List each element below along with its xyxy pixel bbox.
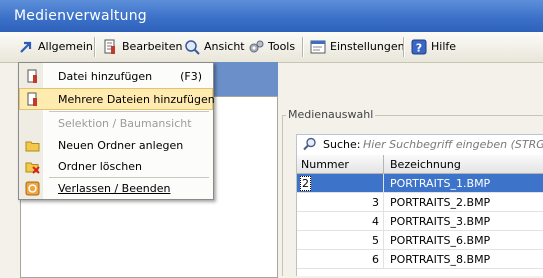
- title-bar: Medienverwaltung: [0, 0, 543, 32]
- cell-number-text: 2: [300, 176, 311, 191]
- table-row[interactable]: 6 PORTRAITS_8.BMP: [297, 250, 543, 269]
- cell-separator: [383, 174, 384, 192]
- edit-icon: [104, 39, 115, 54]
- add-file-icon: [27, 69, 37, 83]
- exit-icon: [25, 181, 40, 196]
- cell-separator: [383, 231, 384, 249]
- menu-item-label: Datei hinzufügen: [58, 70, 153, 83]
- menu-separator: [94, 37, 96, 57]
- menu-label: Ansicht: [204, 40, 245, 53]
- table-row[interactable]: 5 PORTRAITS_6.BMP: [297, 231, 543, 250]
- media-table[interactable]: Nummer Bezeichnung 2 PORTRAITS_1.BMP 3 P…: [296, 155, 543, 276]
- menu-item-label: Verlassen / Beenden: [58, 182, 171, 195]
- menu-bar: Allgemein Bearbeiten Ansicht Tools Einst…: [0, 32, 543, 63]
- svg-text:?: ?: [416, 42, 422, 55]
- menu-item-exit[interactable]: Verlassen / Beenden: [20, 178, 212, 199]
- menu-item-shortcut: (F3): [180, 70, 202, 83]
- add-files-icon: [27, 92, 37, 106]
- cell-separator: [383, 212, 384, 230]
- menu-separator: [49, 111, 209, 112]
- menu-label: Bearbeiten: [122, 40, 183, 53]
- groupbox-border: [282, 115, 283, 276]
- menu-label: Hilfe: [431, 40, 457, 53]
- help-icon: ?: [411, 39, 427, 55]
- menu-item-label: Neuen Ordner anlegen: [58, 139, 184, 152]
- settings-icon: [310, 40, 326, 54]
- delete-folder-icon: [25, 162, 40, 174]
- table-row[interactable]: 3 PORTRAITS_2.BMP: [297, 193, 543, 212]
- cell-number: 4: [372, 215, 379, 228]
- menu-separator: [302, 37, 304, 57]
- cell-name: PORTRAITS_8.BMP: [390, 253, 491, 266]
- menu-item-new-folder[interactable]: Neuen Ordner anlegen: [20, 135, 212, 156]
- column-header-number[interactable]: Nummer: [301, 158, 349, 171]
- menu-item-add-file[interactable]: Datei hinzufügen (F3): [20, 66, 212, 87]
- menu-item-selection-tree: Selektion / Baumansicht: [20, 113, 212, 134]
- menu-label: Allgemein: [38, 40, 93, 53]
- cell-number: 2: [300, 176, 382, 191]
- search-bar[interactable]: Suche: Hier Suchbegriff eingeben (STRG+S…: [296, 134, 543, 156]
- arrow-icon: [20, 41, 32, 53]
- menu-einstellungen[interactable]: Einstellungen: [310, 39, 405, 55]
- cell-separator: [383, 250, 384, 268]
- menu-allgemein[interactable]: Allgemein: [18, 39, 93, 55]
- table-row[interactable]: 2 PORTRAITS_1.BMP: [297, 174, 543, 193]
- menu-ansicht[interactable]: Ansicht: [184, 39, 245, 55]
- window-title: Medienverwaltung: [14, 8, 147, 24]
- cell-name: PORTRAITS_2.BMP: [390, 196, 491, 209]
- search-icon: [303, 137, 316, 151]
- search-label: Suche:: [323, 138, 361, 151]
- menu-hilfe[interactable]: ? Hilfe: [411, 39, 456, 55]
- cell-number: 6: [372, 253, 379, 266]
- view-icon: [185, 40, 200, 55]
- groupbox-title: Medienauswahl: [286, 108, 376, 121]
- column-header-name[interactable]: Bezeichnung: [390, 158, 461, 171]
- cell-separator: [383, 193, 384, 211]
- search-input[interactable]: Hier Suchbegriff eingeben (STRG+S),: [363, 138, 543, 151]
- tools-icon: [249, 40, 264, 53]
- menu-item-label: Mehrere Dateien hinzufügen: [58, 93, 215, 106]
- menu-item-label: Ordner löschen: [58, 160, 143, 173]
- menu-item-add-multiple-files[interactable]: Mehrere Dateien hinzufügen: [19, 88, 215, 110]
- cell-name: PORTRAITS_3.BMP: [390, 215, 491, 228]
- table-row[interactable]: 4 PORTRAITS_3.BMP: [297, 212, 543, 231]
- folder-icon: [25, 141, 40, 152]
- menu-label: Tools: [268, 40, 296, 53]
- cell-name: PORTRAITS_1.BMP: [390, 177, 491, 190]
- table-header: Nummer Bezeichnung: [297, 155, 543, 174]
- column-separator: [383, 155, 384, 173]
- menu-bearbeiten[interactable]: Bearbeiten: [102, 39, 182, 55]
- menu-label: Einstellungen: [330, 40, 405, 53]
- menu-item-delete-folder[interactable]: Ordner löschen: [20, 156, 212, 177]
- menu-tools[interactable]: Tools: [248, 39, 295, 55]
- cell-number: 5: [372, 234, 379, 247]
- menu-item-label: Selektion / Baumansicht: [58, 117, 192, 130]
- menu-separator: [403, 37, 405, 57]
- allgemein-dropdown-menu: Datei hinzufügen (F3) Mehrere Dateien hi…: [18, 62, 215, 200]
- cell-number: 3: [372, 196, 379, 209]
- cell-name: PORTRAITS_6.BMP: [390, 234, 491, 247]
